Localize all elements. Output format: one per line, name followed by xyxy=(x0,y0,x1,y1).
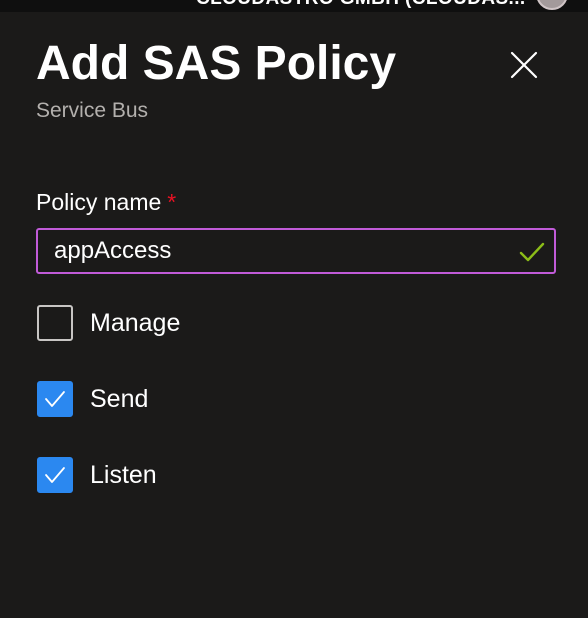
permission-listen[interactable]: Listen xyxy=(37,457,337,493)
checkmark-icon xyxy=(45,467,65,483)
permission-manage[interactable]: Manage xyxy=(37,305,337,341)
panel-subtitle: Service Bus xyxy=(36,99,149,122)
policy-name-label-text: Policy name xyxy=(36,189,162,215)
close-panel-button[interactable] xyxy=(502,43,546,87)
send-checkbox-label[interactable]: Send xyxy=(90,381,148,417)
close-icon xyxy=(510,51,538,79)
checkmark-icon xyxy=(519,242,545,262)
account-directory-name[interactable]: CLOUDASTRO GMBH (CLOUDAS... xyxy=(196,0,526,10)
manage-checkbox[interactable] xyxy=(37,305,73,341)
listen-checkbox[interactable] xyxy=(37,457,73,493)
policy-name-input[interactable] xyxy=(54,230,494,272)
listen-checkbox-label[interactable]: Listen xyxy=(90,457,157,493)
portal-top-bar: CLOUDASTRO GMBH (CLOUDAS... xyxy=(0,0,588,12)
policy-name-field[interactable] xyxy=(36,228,556,274)
panel-title: Add SAS Policy xyxy=(36,37,397,90)
manage-checkbox-label[interactable]: Manage xyxy=(90,305,180,341)
policy-name-label: Policy name * xyxy=(36,186,176,218)
required-marker: * xyxy=(167,189,177,215)
send-checkbox[interactable] xyxy=(37,381,73,417)
permission-send[interactable]: Send xyxy=(37,381,337,417)
user-avatar[interactable] xyxy=(536,0,568,10)
checkmark-icon xyxy=(45,391,65,407)
